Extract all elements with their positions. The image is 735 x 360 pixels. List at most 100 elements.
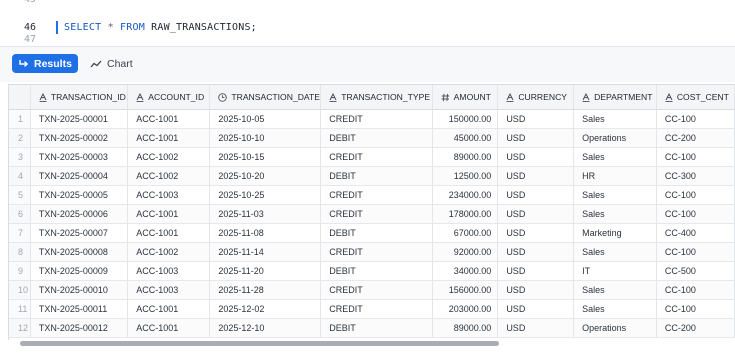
table-cell[interactable]: Sales	[573, 185, 657, 205]
chart-tab-button[interactable]: Chart	[90, 54, 133, 73]
table-cell[interactable]: 92000.00	[432, 242, 499, 262]
table-cell[interactable]: 2025-10-20	[209, 166, 322, 186]
table-cell[interactable]: USD	[497, 166, 575, 186]
table-cell[interactable]: CC-100	[656, 280, 735, 300]
table-cell[interactable]: 156000.00	[432, 280, 499, 300]
table-row[interactable]: 9 TXN-2025-00009 ACC-1003 2025-11-20 DEBIT 34…	[9, 261, 735, 281]
table-cell[interactable]: IT	[573, 261, 657, 281]
table-row[interactable]: 7 TXN-2025-00007 ACC-1001 2025-11-08 DEBIT 67…	[9, 223, 735, 243]
table-cell[interactable]: ACC-1001	[127, 204, 211, 224]
table-cell[interactable]: ACC-1001	[127, 223, 211, 243]
table-cell[interactable]: TXN-2025-00002	[30, 128, 129, 148]
table-cell[interactable]: TXN-2025-00011	[30, 299, 129, 319]
table-cell[interactable]: 2025-10-10	[209, 128, 322, 148]
column-header[interactable]: DEPARTMENT	[573, 85, 657, 110]
table-cell[interactable]: USD	[497, 185, 575, 205]
column-header[interactable]: AMOUNT	[432, 85, 499, 110]
table-row[interactable]: 10 TXN-2025-00010 ACC-1003 2025-11-28 CREDIT…	[9, 280, 735, 300]
column-header[interactable]: CURRENCY	[497, 85, 575, 110]
table-cell[interactable]: CREDIT	[320, 204, 433, 224]
code-line[interactable]: SELECT * FROM RAW_TRANSACTIONS;	[64, 22, 257, 33]
table-cell[interactable]: 178000.00	[432, 204, 499, 224]
table-cell[interactable]: USD	[497, 147, 575, 167]
table-row[interactable]: 8 TXN-2025-00008 ACC-1002 2025-11-14 CREDIT 9…	[9, 242, 735, 262]
table-cell[interactable]: TXN-2025-00009	[30, 261, 129, 281]
table-row[interactable]: 5 TXN-2025-00005 ACC-1003 2025-10-25 CREDIT 2…	[9, 185, 735, 205]
table-cell[interactable]: USD	[497, 109, 575, 129]
table-cell[interactable]: USD	[497, 280, 575, 300]
table-cell[interactable]: TXN-2025-00008	[30, 242, 129, 262]
results-tab-button[interactable]: Results	[12, 54, 78, 73]
table-row[interactable]: 1 TXN-2025-00001 ACC-1001 2025-10-05 CREDIT 1…	[9, 109, 735, 129]
table-cell[interactable]: 67000.00	[432, 223, 499, 243]
table-cell[interactable]: CC-100	[656, 185, 735, 205]
table-cell[interactable]: USD	[497, 242, 575, 262]
table-cell[interactable]: 2025-11-08	[209, 223, 322, 243]
table-cell[interactable]: ACC-1002	[127, 166, 211, 186]
table-cell[interactable]: Operations	[573, 128, 657, 148]
table-cell[interactable]: Sales	[573, 204, 657, 224]
table-cell[interactable]: USD	[497, 299, 575, 319]
column-header[interactable]: COST_CENT	[656, 85, 735, 110]
table-cell[interactable]: ACC-1002	[127, 242, 211, 262]
table-cell[interactable]: TXN-2025-00006	[30, 204, 129, 224]
results-grid[interactable]: TRANSACTION_ID ACCOUNT_ID TRANSACTION_DA…	[8, 84, 735, 340]
table-cell[interactable]: CREDIT	[320, 147, 433, 167]
table-cell[interactable]: DEBIT	[320, 166, 433, 186]
table-row[interactable]: 3 TXN-2025-00003 ACC-1002 2025-10-15 CREDIT 8…	[9, 147, 735, 167]
table-cell[interactable]: 89000.00	[432, 147, 499, 167]
table-cell[interactable]: CREDIT	[320, 109, 433, 129]
table-cell[interactable]: 2025-10-05	[209, 109, 322, 129]
table-cell[interactable]: 203000.00	[432, 299, 499, 319]
table-cell[interactable]: 2025-12-02	[209, 299, 322, 319]
table-cell[interactable]: Sales	[573, 280, 657, 300]
table-row[interactable]: 11 TXN-2025-00011 ACC-1001 2025-12-02 CREDIT…	[9, 299, 735, 319]
table-cell[interactable]: Sales	[573, 299, 657, 319]
table-cell[interactable]: 2025-11-14	[209, 242, 322, 262]
table-cell[interactable]: CC-100	[656, 109, 735, 129]
table-cell[interactable]: ACC-1001	[127, 318, 211, 338]
table-cell[interactable]: 2025-10-25	[209, 185, 322, 205]
table-cell[interactable]: 234000.00	[432, 185, 499, 205]
table-cell[interactable]: 2025-11-03	[209, 204, 322, 224]
table-row[interactable]: 2 TXN-2025-00002 ACC-1001 2025-10-10 DEBIT 45…	[9, 128, 735, 148]
sql-editor[interactable]: 45 46 47 SELECT * FROM RAW_TRANSACTIONS;	[0, 0, 735, 46]
table-cell[interactable]: Sales	[573, 147, 657, 167]
table-cell[interactable]: CC-100	[656, 299, 735, 319]
horizontal-scrollbar-thumb[interactable]	[20, 341, 499, 346]
table-cell[interactable]: Operations	[573, 318, 657, 338]
table-cell[interactable]: TXN-2025-00004	[30, 166, 129, 186]
table-row[interactable]: 12 TXN-2025-00012 ACC-1001 2025-12-10 DEBIT 8…	[9, 318, 735, 338]
table-cell[interactable]: CC-100	[656, 147, 735, 167]
column-header[interactable]: ACCOUNT_ID	[127, 85, 211, 110]
table-cell[interactable]: ACC-1002	[127, 147, 211, 167]
table-cell[interactable]: ACC-1003	[127, 261, 211, 281]
table-cell[interactable]: TXN-2025-00010	[30, 280, 129, 300]
table-cell[interactable]: CC-200	[656, 128, 735, 148]
table-cell[interactable]: TXN-2025-00003	[30, 147, 129, 167]
table-cell[interactable]: TXN-2025-00007	[30, 223, 129, 243]
column-header[interactable]: TRANSACTION_ID	[30, 85, 129, 110]
table-cell[interactable]: ACC-1003	[127, 185, 211, 205]
table-cell[interactable]: Marketing	[573, 223, 657, 243]
table-cell[interactable]: 12500.00	[432, 166, 499, 186]
table-cell[interactable]: 45000.00	[432, 128, 499, 148]
table-cell[interactable]: ACC-1001	[127, 128, 211, 148]
table-row[interactable]: 4 TXN-2025-00004 ACC-1002 2025-10-20 DEBIT 12…	[9, 166, 735, 186]
table-cell[interactable]: USD	[497, 204, 575, 224]
table-cell[interactable]: USD	[497, 223, 575, 243]
table-cell[interactable]: HR	[573, 166, 657, 186]
table-cell[interactable]: 2025-11-28	[209, 280, 322, 300]
table-cell[interactable]: ACC-1001	[127, 299, 211, 319]
table-cell[interactable]: DEBIT	[320, 261, 433, 281]
table-cell[interactable]: Sales	[573, 242, 657, 262]
table-cell[interactable]: CC-100	[656, 204, 735, 224]
table-cell[interactable]: CC-300	[656, 166, 735, 186]
table-cell[interactable]: CREDIT	[320, 242, 433, 262]
table-cell[interactable]: DEBIT	[320, 128, 433, 148]
column-header[interactable]: TRANSACTION_DATE	[209, 85, 322, 110]
table-cell[interactable]: 2025-11-20	[209, 261, 322, 281]
table-cell[interactable]: CC-400	[656, 223, 735, 243]
table-cell[interactable]: 89000.00	[432, 318, 499, 338]
table-cell[interactable]: USD	[497, 318, 575, 338]
